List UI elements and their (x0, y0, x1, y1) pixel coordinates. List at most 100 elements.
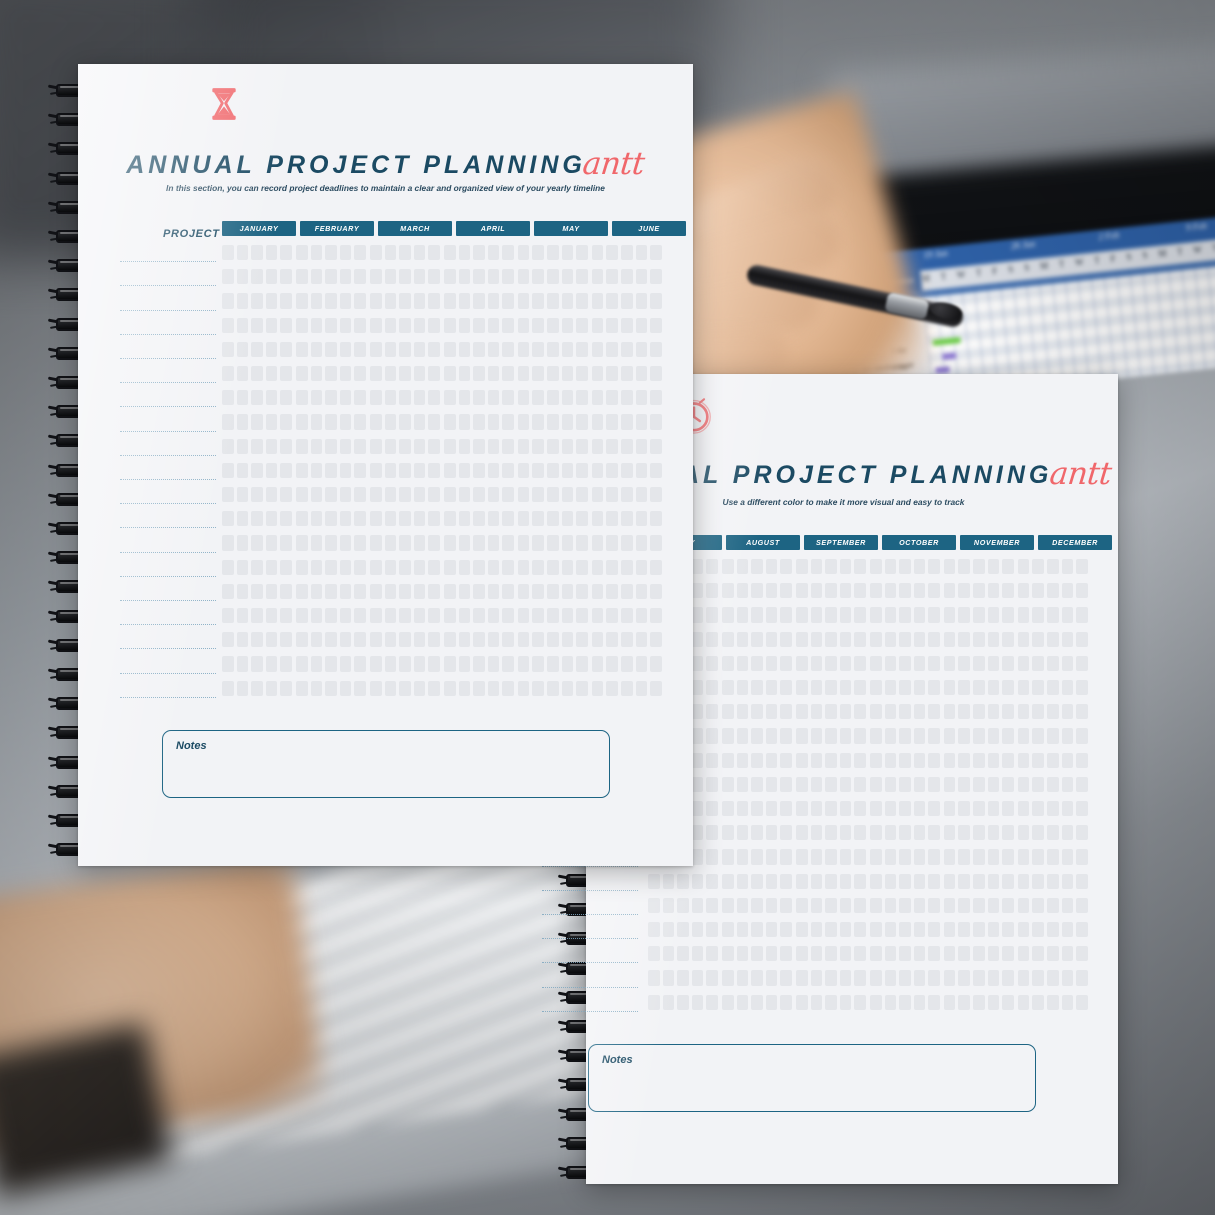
project-name-line[interactable] (120, 648, 216, 650)
week-cell[interactable] (899, 607, 911, 623)
week-cell[interactable] (280, 680, 292, 696)
week-cell[interactable] (517, 559, 530, 575)
week-cell[interactable] (222, 293, 234, 309)
week-cell[interactable] (706, 849, 718, 865)
week-cell[interactable] (884, 655, 897, 671)
week-cell[interactable] (251, 487, 263, 503)
week-cell[interactable] (532, 535, 545, 551)
week-cell[interactable] (354, 438, 366, 454)
week-cell[interactable] (825, 752, 837, 768)
week-cell[interactable] (691, 680, 704, 696)
week-cell[interactable] (650, 535, 662, 551)
week-cell[interactable] (576, 680, 588, 696)
week-cell[interactable] (751, 680, 763, 696)
week-cell[interactable] (958, 607, 971, 623)
week-cell[interactable] (502, 414, 514, 430)
week-cell[interactable] (487, 293, 500, 309)
week-cell[interactable] (928, 776, 940, 792)
week-cell[interactable] (780, 583, 792, 599)
week-cell[interactable] (884, 704, 897, 720)
week-cell[interactable] (265, 245, 278, 261)
week-cell[interactable] (310, 269, 323, 285)
project-name-line[interactable] (542, 889, 638, 891)
week-cell[interactable] (547, 535, 559, 551)
week-cell[interactable] (1061, 704, 1074, 720)
week-cell[interactable] (780, 849, 792, 865)
week-cell[interactable] (884, 873, 897, 889)
week-cell[interactable] (1061, 994, 1074, 1010)
week-cell[interactable] (517, 293, 530, 309)
week-cell[interactable] (635, 487, 648, 503)
week-cell[interactable] (810, 776, 823, 792)
project-name-line[interactable] (120, 503, 216, 505)
week-cell[interactable] (295, 293, 308, 309)
week-cell[interactable] (736, 631, 749, 647)
week-cell[interactable] (339, 269, 352, 285)
week-cell[interactable] (532, 632, 545, 648)
week-cell[interactable] (1076, 728, 1088, 744)
week-cell[interactable] (547, 317, 559, 333)
week-cell[interactable] (621, 656, 633, 672)
week-cell[interactable] (677, 994, 689, 1010)
week-cell[interactable] (751, 728, 763, 744)
week-cell[interactable] (458, 366, 471, 382)
week-cell[interactable] (222, 608, 234, 624)
week-cell[interactable] (884, 922, 897, 938)
week-cell[interactable] (339, 245, 352, 261)
week-cell[interactable] (547, 608, 559, 624)
week-cell[interactable] (384, 559, 397, 575)
week-cell[interactable] (751, 825, 763, 841)
week-cell[interactable] (369, 438, 382, 454)
week-cell[interactable] (310, 293, 323, 309)
week-cell[interactable] (795, 873, 808, 889)
week-cell[interactable] (928, 631, 940, 647)
week-cell[interactable] (606, 293, 619, 309)
week-cell[interactable] (854, 873, 866, 889)
week-cell[interactable] (869, 728, 882, 744)
week-cell[interactable] (928, 680, 940, 696)
week-cell[interactable] (943, 583, 956, 599)
week-cell[interactable] (280, 583, 292, 599)
week-cell[interactable] (1061, 728, 1074, 744)
week-cell[interactable] (591, 317, 604, 333)
week-cell[interactable] (532, 245, 545, 261)
week-cell[interactable] (339, 341, 352, 357)
week-cell[interactable] (295, 583, 308, 599)
week-cell[interactable] (1017, 897, 1030, 913)
week-cell[interactable] (458, 293, 471, 309)
week-cell[interactable] (854, 897, 866, 913)
week-cell[interactable] (765, 970, 778, 986)
week-cell[interactable] (825, 825, 837, 841)
week-cell[interactable] (987, 559, 1000, 575)
week-cell[interactable] (310, 438, 323, 454)
week-cell[interactable] (369, 341, 382, 357)
week-cell[interactable] (487, 656, 500, 672)
week-cell[interactable] (854, 825, 866, 841)
week-cell[interactable] (928, 704, 940, 720)
week-cell[interactable] (839, 801, 852, 817)
week-cell[interactable] (384, 317, 397, 333)
week-cell[interactable] (736, 655, 749, 671)
week-cell[interactable] (369, 559, 382, 575)
week-cell[interactable] (1076, 607, 1088, 623)
week-cell[interactable] (1061, 825, 1074, 841)
week-cell[interactable] (795, 728, 808, 744)
week-cell[interactable] (810, 655, 823, 671)
week-cell[interactable] (443, 583, 456, 599)
week-cell[interactable] (561, 414, 574, 430)
week-cell[interactable] (810, 946, 823, 962)
week-cell[interactable] (473, 245, 485, 261)
week-cell[interactable] (384, 438, 397, 454)
week-cell[interactable] (310, 535, 323, 551)
week-cell[interactable] (576, 632, 588, 648)
week-cell[interactable] (487, 487, 500, 503)
month-header-august[interactable]: AUGUST (726, 535, 800, 550)
week-cell[interactable] (295, 341, 308, 357)
week-cell[interactable] (825, 897, 837, 913)
week-cell[interactable] (251, 462, 263, 478)
week-cell[interactable] (428, 535, 440, 551)
week-cell[interactable] (532, 269, 545, 285)
week-cell[interactable] (561, 656, 574, 672)
week-cell[interactable] (780, 922, 792, 938)
week-cell[interactable] (561, 245, 574, 261)
